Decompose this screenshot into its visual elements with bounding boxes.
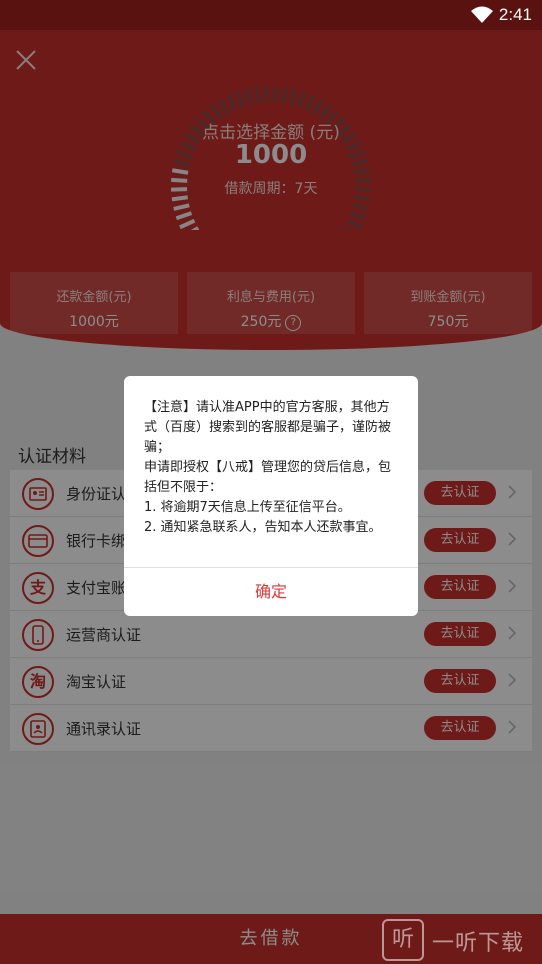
confirm-button[interactable]: 确定	[124, 568, 418, 616]
dialog-line: 2. 通知紧急联系人，告知本人还款事宜。	[144, 520, 382, 535]
status-bar: 2:41	[0, 0, 542, 30]
watermark-logo: 听	[382, 919, 424, 961]
watermark-text: 一听下载	[432, 931, 525, 956]
dialog-line: 1. 将逾期7天信息上传至征信平台。	[144, 500, 351, 515]
dialog-line: 【注意】请认准APP中的官方客服，其他方式（百度）搜索到的客服都是骗子，谨防被骗…	[144, 400, 392, 455]
notice-dialog: 【注意】请认准APP中的官方客服，其他方式（百度）搜索到的客服都是骗子，谨防被骗…	[124, 376, 418, 616]
dialog-message: 【注意】请认准APP中的官方客服，其他方式（百度）搜索到的客服都是骗子，谨防被骗…	[124, 376, 418, 546]
watermark: 听 一听下载	[380, 916, 542, 962]
dialog-line: 申请即授权【八戒】管理您的贷后信息，包括但不限于：	[144, 460, 392, 495]
wifi-icon	[471, 6, 493, 23]
status-time: 2:41	[498, 5, 532, 24]
